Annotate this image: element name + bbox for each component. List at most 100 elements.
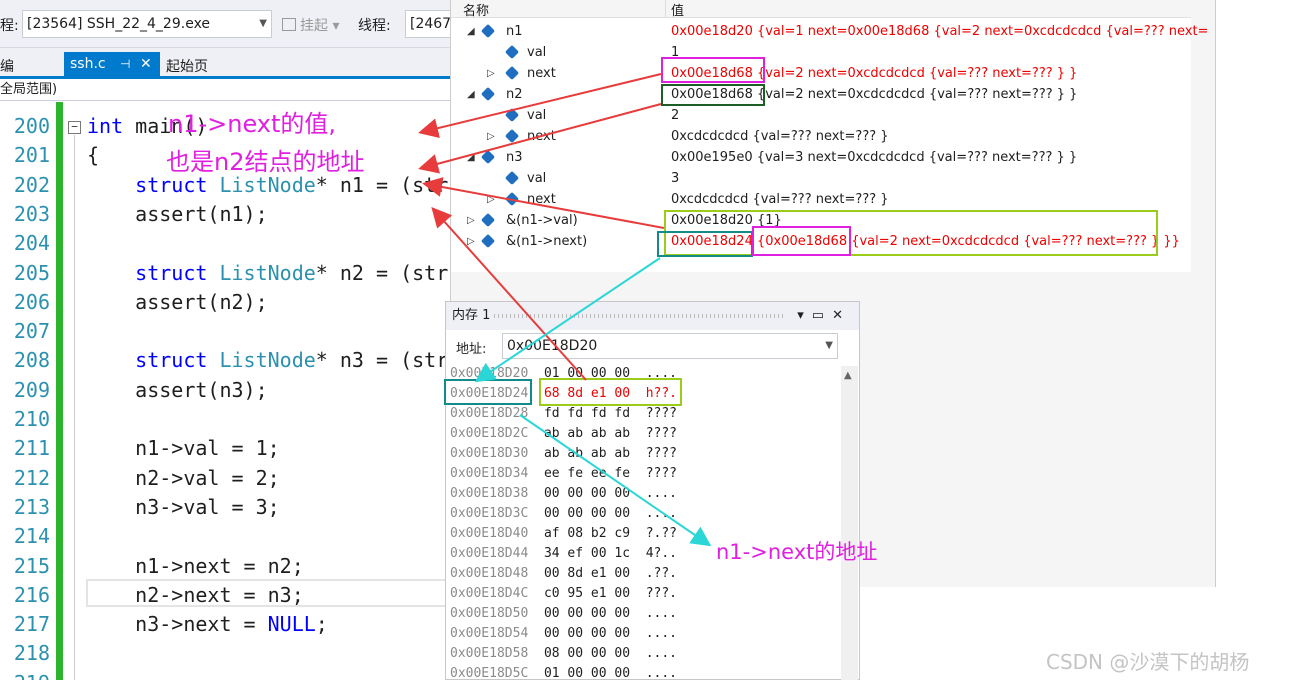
memory-row[interactable]: 0x00E18D58 08 00 00 00 .... (450, 644, 677, 664)
code-line[interactable]: struct ListNode* n3 = (stru (87, 348, 460, 372)
change-gutter (56, 102, 63, 680)
collapse-arrow-icon[interactable]: ◢ (467, 21, 475, 42)
thread-value: [2467 (410, 16, 452, 32)
code-line[interactable]: n2->next = n3; (87, 583, 304, 607)
keyword: int (87, 114, 124, 138)
suspend-icon (282, 18, 296, 31)
line-number: 207 (13, 319, 50, 344)
variable-icon (504, 107, 520, 123)
memory-title-bar[interactable]: 内存 1 ▾▭✕ (446, 302, 859, 330)
scope-dropdown[interactable]: 全局范围) (0, 79, 450, 101)
debug-toolbar: 程: [23564] SSH_22_4_29.exe ▼ 挂起 ▾ 线程: [2… (0, 0, 465, 48)
expand-arrow-icon[interactable]: ▷ (467, 210, 475, 231)
memory-row[interactable]: 0x00E18D34 ee fe ee fe ???? (450, 464, 677, 484)
memory-row[interactable]: 0x00E18D44 34 ef 00 1c 4?.. (450, 544, 677, 564)
tab-edit[interactable]: 编 (0, 56, 14, 76)
code-line[interactable]: n2->val = 2; (87, 466, 280, 490)
keyword: struct (135, 260, 208, 285)
memory-ascii: .... (645, 626, 677, 641)
suspend-label: 挂起 (300, 18, 328, 34)
expand-arrow-icon[interactable]: ▷ (487, 63, 495, 84)
process-value: [23564] SSH_22_4_29.exe (27, 16, 211, 32)
memory-scrollbar[interactable]: ▲ (841, 366, 858, 680)
expand-arrow-icon[interactable]: ▷ (487, 126, 495, 147)
watch-row[interactable]: ◢ n1 0x00e18d20 {val=1 next=0x00e18d68 {va… (451, 21, 1208, 42)
watch-row[interactable]: ▷ next 0xcdcdcdcd {val=??? next=??? } (451, 126, 1191, 147)
dropdown-icon[interactable]: ▾ (797, 308, 812, 323)
memory-row[interactable]: 0x00E18D28 fd fd fd fd ???? (450, 404, 677, 424)
watch-row[interactable]: ◢ n2 0x00e18d68 {val=2 next=0xcdcdcdcd {va… (451, 84, 1191, 105)
code-line[interactable]: assert(n3); (87, 378, 267, 402)
watch-row[interactable]: ▷ next 0x00e18d68 {val=2 next=0xcdcdcdcd {… (451, 63, 1191, 84)
memory-address: 0x00E18D44 (450, 546, 529, 561)
memory-row[interactable]: 0x00E18D48 00 8d e1 00 .??. (450, 564, 677, 584)
memory-row[interactable]: 0x00E18D40 af 08 b2 c9 ?.?? (450, 524, 677, 544)
code-line[interactable]: assert(n2); (87, 290, 267, 314)
address-input[interactable]: 0x00E18D20 ▼ (502, 333, 838, 359)
watch-row[interactable]: val 1 (451, 42, 1191, 63)
memory-bytes: 00 8d e1 00 (543, 566, 631, 581)
watch-header: 名称 值 (451, 0, 1191, 19)
code-line[interactable]: n3->val = 3; (87, 495, 280, 519)
memory-row[interactable]: 0x00E18D50 00 00 00 00 .... (450, 604, 677, 624)
memory-row[interactable]: 0x00E18D3C 00 00 00 00 .... (450, 504, 677, 524)
pin-icon[interactable]: ⊣ (120, 52, 130, 76)
code-line[interactable]: assert(n1); (87, 202, 267, 226)
memory-row[interactable]: 0x00E18D54 00 00 00 00 .... (450, 624, 677, 644)
collapse-icon[interactable]: − (68, 121, 81, 134)
memory-address: 0x00E18D3C (450, 506, 529, 521)
line-number: 212 (13, 465, 50, 490)
expand-arrow-icon[interactable]: ▷ (467, 231, 475, 252)
code-line[interactable]: { (87, 143, 99, 167)
memory-row[interactable]: 0x00E18D4C c0 95 e1 00 ???. (450, 584, 677, 604)
memory-window: 内存 1 ▾▭✕ 地址: 0x00E18D20 ▼ ▲ 0x00E18D20 0… (445, 301, 860, 680)
memory-address: 0x00E18D58 (450, 646, 529, 661)
column-divider[interactable] (665, 0, 666, 18)
line-number: 218 (13, 641, 50, 666)
watch-value: 0xcdcdcdcd {val=??? next=??? } (671, 129, 889, 144)
suspend-button[interactable]: 挂起 ▾ (282, 15, 339, 35)
memory-row[interactable]: 0x00E18D30 ab ab ab ab ???? (450, 444, 677, 464)
watch-value: 3 (671, 171, 680, 186)
memory-address: 0x00E18D54 (450, 626, 529, 641)
memory-address: 0x00E18D28 (450, 406, 529, 421)
code-line[interactable]: n3->next = NULL; (87, 612, 328, 636)
watch-row[interactable]: val 3 (451, 168, 1191, 189)
close-icon[interactable]: ✕ (832, 308, 851, 323)
memory-ascii: ???? (645, 426, 677, 441)
watch-value: 0xcdcdcdcd {val=??? next=??? } (671, 192, 889, 207)
watch-header-value[interactable]: 值 (671, 0, 684, 19)
collapse-arrow-icon[interactable]: ◢ (467, 84, 475, 105)
maximize-icon[interactable]: ▭ (812, 308, 832, 323)
watch-header-name[interactable]: 名称 (463, 0, 489, 19)
memory-row[interactable]: 0x00E18D38 00 00 00 00 .... (450, 484, 677, 504)
line-number: 216 (13, 582, 50, 607)
code-line[interactable]: n1->next = n2; (87, 554, 304, 578)
scroll-up-icon[interactable]: ▲ (844, 370, 852, 381)
watch-name: next (527, 192, 556, 207)
collapse-arrow-icon[interactable]: ◢ (467, 147, 475, 168)
code-line[interactable]: n1->val = 1; (87, 436, 280, 460)
memory-row[interactable]: 0x00E18D2C ab ab ab ab ???? (450, 424, 677, 444)
close-icon[interactable]: ✕ (140, 52, 152, 76)
watch-row[interactable]: ▷ next 0xcdcdcdcd {val=??? next=??? } (451, 189, 1191, 210)
memory-ascii: ???. (645, 586, 677, 601)
watch-row[interactable]: val 2 (451, 105, 1191, 126)
tab-ssh-c[interactable]: ssh.c ⊣ ✕ (64, 52, 160, 76)
process-dropdown[interactable]: [23564] SSH_22_4_29.exe ▼ (22, 10, 272, 38)
line-number: 215 (13, 553, 50, 578)
memory-ascii: ???? (645, 446, 677, 461)
expand-arrow-icon[interactable]: ▷ (487, 189, 495, 210)
code-line[interactable]: struct ListNode* n2 = (stru (87, 261, 460, 285)
memory-row[interactable]: 0x00E18D5C 01 00 00 00 .... (450, 664, 677, 680)
tab-start-page[interactable]: 起始页 (166, 56, 208, 76)
drag-grip[interactable] (494, 314, 784, 318)
memory-bytes: 00 00 00 00 (543, 486, 631, 501)
watch-row[interactable]: ◢ n3 0x00e195e0 {val=3 next=0xcdcdcdcd {va… (451, 147, 1191, 168)
